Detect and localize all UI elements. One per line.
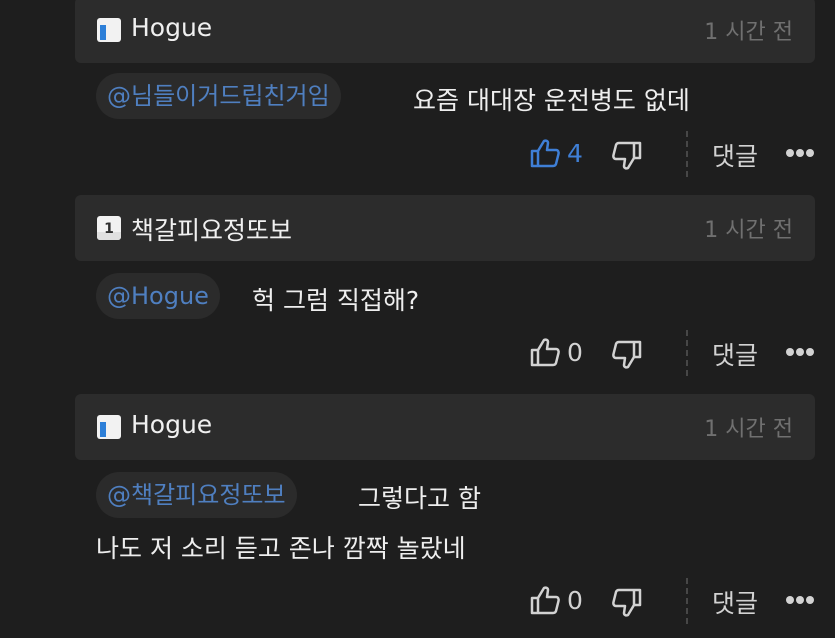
divider [686, 330, 688, 376]
thumbs-down-icon[interactable] [611, 587, 643, 619]
comment-header: 1 책갈피요정또보 1 시간 전 [75, 195, 815, 261]
timestamp: 1 시간 전 [704, 20, 793, 45]
comment-header: Hogue 1 시간 전 [75, 0, 815, 63]
comment-text: 요즘 대대장 운전병도 없데 [413, 86, 690, 115]
like-count: 0 [567, 586, 583, 615]
more-options-icon[interactable] [786, 347, 814, 357]
divider [686, 131, 688, 177]
more-options-icon[interactable] [786, 148, 814, 158]
more-options-icon[interactable] [786, 595, 814, 605]
comment-text: 헉 그럼 직접해? [252, 286, 420, 315]
divider [686, 578, 688, 624]
level-digit: 1 [104, 221, 114, 237]
like-count: 0 [567, 338, 583, 367]
thumbs-down-icon[interactable] [611, 140, 643, 172]
like-count: 4 [567, 139, 583, 168]
level-badge-icon: 1 [97, 216, 121, 240]
thumbs-down-icon[interactable] [611, 339, 643, 371]
reply-button[interactable]: 댓글 [712, 584, 758, 620]
thumbs-up-icon[interactable] [529, 336, 561, 368]
nickname[interactable]: 책갈피요정또보 [131, 211, 292, 247]
timestamp: 1 시간 전 [704, 417, 793, 442]
mention-tag[interactable]: @책갈피요정또보 [96, 472, 297, 518]
comment-header: Hogue 1 시간 전 [75, 394, 815, 460]
mention-tag[interactable]: @님들이거드립친거임 [96, 73, 341, 119]
thumbs-up-icon[interactable] [529, 584, 561, 616]
mention-tag[interactable]: @Hogue [96, 273, 220, 319]
comment-text: 그렇다고 함 [358, 484, 481, 513]
level-badge-icon [97, 415, 121, 439]
thumbs-up-icon[interactable] [529, 137, 561, 169]
nickname[interactable]: Hogue [131, 13, 212, 42]
level-badge-icon [97, 18, 121, 42]
timestamp: 1 시간 전 [704, 218, 793, 243]
reply-button[interactable]: 댓글 [712, 336, 758, 372]
comment-text-line-2: 나도 저 소리 듣고 존나 깜짝 놀랐네 [96, 534, 466, 563]
reply-button[interactable]: 댓글 [712, 137, 758, 173]
nickname[interactable]: Hogue [131, 410, 212, 439]
